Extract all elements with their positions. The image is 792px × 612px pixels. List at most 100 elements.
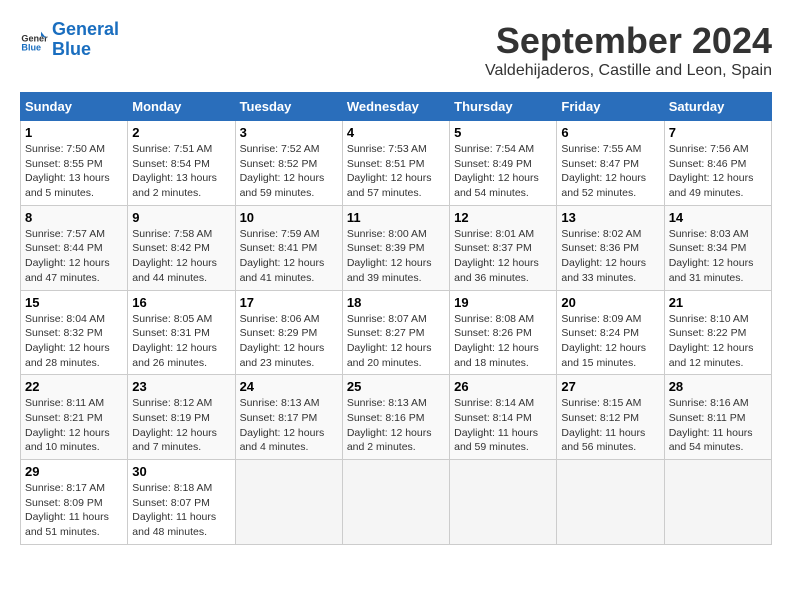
calendar-cell: 14 Sunrise: 8:03 AMSunset: 8:34 PMDaylig… xyxy=(664,205,771,290)
day-number: 17 xyxy=(240,295,338,310)
day-info: Sunrise: 8:17 AMSunset: 8:09 PMDaylight:… xyxy=(25,481,123,540)
day-number: 29 xyxy=(25,464,123,479)
calendar-row-4: 22 Sunrise: 8:11 AMSunset: 8:21 PMDaylig… xyxy=(21,375,772,460)
calendar-subtitle: Valdehijaderos, Castille and Leon, Spain xyxy=(485,62,772,80)
day-number: 27 xyxy=(561,379,659,394)
calendar-row-1: 1 Sunrise: 7:50 AMSunset: 8:55 PMDayligh… xyxy=(21,121,772,206)
calendar-cell: 15 Sunrise: 8:04 AMSunset: 8:32 PMDaylig… xyxy=(21,290,128,375)
day-info: Sunrise: 8:02 AMSunset: 8:36 PMDaylight:… xyxy=(561,227,659,286)
day-info: Sunrise: 8:11 AMSunset: 8:21 PMDaylight:… xyxy=(25,396,123,455)
day-number: 11 xyxy=(347,210,445,225)
day-info: Sunrise: 8:04 AMSunset: 8:32 PMDaylight:… xyxy=(25,312,123,371)
calendar-cell xyxy=(557,460,664,545)
day-info: Sunrise: 7:52 AMSunset: 8:52 PMDaylight:… xyxy=(240,142,338,201)
day-info: Sunrise: 7:59 AMSunset: 8:41 PMDaylight:… xyxy=(240,227,338,286)
day-info: Sunrise: 7:50 AMSunset: 8:55 PMDaylight:… xyxy=(25,142,123,201)
calendar-cell: 25 Sunrise: 8:13 AMSunset: 8:16 PMDaylig… xyxy=(342,375,449,460)
calendar-cell: 5 Sunrise: 7:54 AMSunset: 8:49 PMDayligh… xyxy=(450,121,557,206)
logo-line1: General xyxy=(52,19,119,39)
calendar-cell: 10 Sunrise: 7:59 AMSunset: 8:41 PMDaylig… xyxy=(235,205,342,290)
calendar-cell: 2 Sunrise: 7:51 AMSunset: 8:54 PMDayligh… xyxy=(128,121,235,206)
calendar-cell: 24 Sunrise: 8:13 AMSunset: 8:17 PMDaylig… xyxy=(235,375,342,460)
day-number: 25 xyxy=(347,379,445,394)
col-tuesday: Tuesday xyxy=(235,93,342,121)
day-number: 10 xyxy=(240,210,338,225)
calendar-cell: 6 Sunrise: 7:55 AMSunset: 8:47 PMDayligh… xyxy=(557,121,664,206)
calendar-cell: 19 Sunrise: 8:08 AMSunset: 8:26 PMDaylig… xyxy=(450,290,557,375)
day-number: 6 xyxy=(561,125,659,140)
day-number: 7 xyxy=(669,125,767,140)
title-section: September 2024 Valdehijaderos, Castille … xyxy=(485,20,772,80)
day-info: Sunrise: 7:57 AMSunset: 8:44 PMDaylight:… xyxy=(25,227,123,286)
day-number: 30 xyxy=(132,464,230,479)
day-number: 16 xyxy=(132,295,230,310)
calendar-row-5: 29 Sunrise: 8:17 AMSunset: 8:09 PMDaylig… xyxy=(21,460,772,545)
day-info: Sunrise: 8:10 AMSunset: 8:22 PMDaylight:… xyxy=(669,312,767,371)
calendar-cell: 28 Sunrise: 8:16 AMSunset: 8:11 PMDaylig… xyxy=(664,375,771,460)
day-number: 2 xyxy=(132,125,230,140)
col-sunday: Sunday xyxy=(21,93,128,121)
day-info: Sunrise: 8:06 AMSunset: 8:29 PMDaylight:… xyxy=(240,312,338,371)
calendar-cell: 1 Sunrise: 7:50 AMSunset: 8:55 PMDayligh… xyxy=(21,121,128,206)
calendar-cell: 18 Sunrise: 8:07 AMSunset: 8:27 PMDaylig… xyxy=(342,290,449,375)
calendar-title: September 2024 xyxy=(485,20,772,62)
calendar-cell: 12 Sunrise: 8:01 AMSunset: 8:37 PMDaylig… xyxy=(450,205,557,290)
day-number: 5 xyxy=(454,125,552,140)
day-number: 24 xyxy=(240,379,338,394)
calendar-cell: 13 Sunrise: 8:02 AMSunset: 8:36 PMDaylig… xyxy=(557,205,664,290)
day-info: Sunrise: 8:14 AMSunset: 8:14 PMDaylight:… xyxy=(454,396,552,455)
col-monday: Monday xyxy=(128,93,235,121)
calendar-cell: 27 Sunrise: 8:15 AMSunset: 8:12 PMDaylig… xyxy=(557,375,664,460)
calendar-cell: 26 Sunrise: 8:14 AMSunset: 8:14 PMDaylig… xyxy=(450,375,557,460)
calendar-cell xyxy=(664,460,771,545)
calendar-cell: 11 Sunrise: 8:00 AMSunset: 8:39 PMDaylig… xyxy=(342,205,449,290)
day-info: Sunrise: 7:53 AMSunset: 8:51 PMDaylight:… xyxy=(347,142,445,201)
day-info: Sunrise: 8:07 AMSunset: 8:27 PMDaylight:… xyxy=(347,312,445,371)
day-info: Sunrise: 7:56 AMSunset: 8:46 PMDaylight:… xyxy=(669,142,767,201)
calendar-cell: 16 Sunrise: 8:05 AMSunset: 8:31 PMDaylig… xyxy=(128,290,235,375)
day-info: Sunrise: 7:51 AMSunset: 8:54 PMDaylight:… xyxy=(132,142,230,201)
calendar-body: 1 Sunrise: 7:50 AMSunset: 8:55 PMDayligh… xyxy=(21,121,772,545)
day-number: 28 xyxy=(669,379,767,394)
svg-text:Blue: Blue xyxy=(21,42,41,52)
logo-icon: General Blue xyxy=(20,26,48,54)
day-info: Sunrise: 8:13 AMSunset: 8:17 PMDaylight:… xyxy=(240,396,338,455)
day-info: Sunrise: 8:13 AMSunset: 8:16 PMDaylight:… xyxy=(347,396,445,455)
header-row: Sunday Monday Tuesday Wednesday Thursday… xyxy=(21,93,772,121)
day-info: Sunrise: 8:12 AMSunset: 8:19 PMDaylight:… xyxy=(132,396,230,455)
col-wednesday: Wednesday xyxy=(342,93,449,121)
col-saturday: Saturday xyxy=(664,93,771,121)
day-number: 8 xyxy=(25,210,123,225)
day-number: 3 xyxy=(240,125,338,140)
day-number: 18 xyxy=(347,295,445,310)
day-info: Sunrise: 7:58 AMSunset: 8:42 PMDaylight:… xyxy=(132,227,230,286)
day-info: Sunrise: 8:01 AMSunset: 8:37 PMDaylight:… xyxy=(454,227,552,286)
day-info: Sunrise: 8:03 AMSunset: 8:34 PMDaylight:… xyxy=(669,227,767,286)
day-number: 19 xyxy=(454,295,552,310)
day-info: Sunrise: 8:16 AMSunset: 8:11 PMDaylight:… xyxy=(669,396,767,455)
calendar-cell: 20 Sunrise: 8:09 AMSunset: 8:24 PMDaylig… xyxy=(557,290,664,375)
calendar-cell: 9 Sunrise: 7:58 AMSunset: 8:42 PMDayligh… xyxy=(128,205,235,290)
day-number: 1 xyxy=(25,125,123,140)
day-number: 21 xyxy=(669,295,767,310)
calendar-cell: 30 Sunrise: 8:18 AMSunset: 8:07 PMDaylig… xyxy=(128,460,235,545)
logo: General Blue General Blue xyxy=(20,20,119,60)
day-number: 15 xyxy=(25,295,123,310)
calendar-cell: 3 Sunrise: 7:52 AMSunset: 8:52 PMDayligh… xyxy=(235,121,342,206)
calendar-cell xyxy=(450,460,557,545)
day-number: 13 xyxy=(561,210,659,225)
calendar-cell: 17 Sunrise: 8:06 AMSunset: 8:29 PMDaylig… xyxy=(235,290,342,375)
day-number: 22 xyxy=(25,379,123,394)
logo-text: General Blue xyxy=(52,20,119,60)
calendar-cell: 4 Sunrise: 7:53 AMSunset: 8:51 PMDayligh… xyxy=(342,121,449,206)
day-number: 23 xyxy=(132,379,230,394)
day-number: 9 xyxy=(132,210,230,225)
calendar-cell xyxy=(342,460,449,545)
day-number: 26 xyxy=(454,379,552,394)
logo-line2: Blue xyxy=(52,39,91,59)
day-info: Sunrise: 8:18 AMSunset: 8:07 PMDaylight:… xyxy=(132,481,230,540)
calendar-cell: 29 Sunrise: 8:17 AMSunset: 8:09 PMDaylig… xyxy=(21,460,128,545)
calendar-row-2: 8 Sunrise: 7:57 AMSunset: 8:44 PMDayligh… xyxy=(21,205,772,290)
day-info: Sunrise: 8:00 AMSunset: 8:39 PMDaylight:… xyxy=(347,227,445,286)
day-number: 4 xyxy=(347,125,445,140)
